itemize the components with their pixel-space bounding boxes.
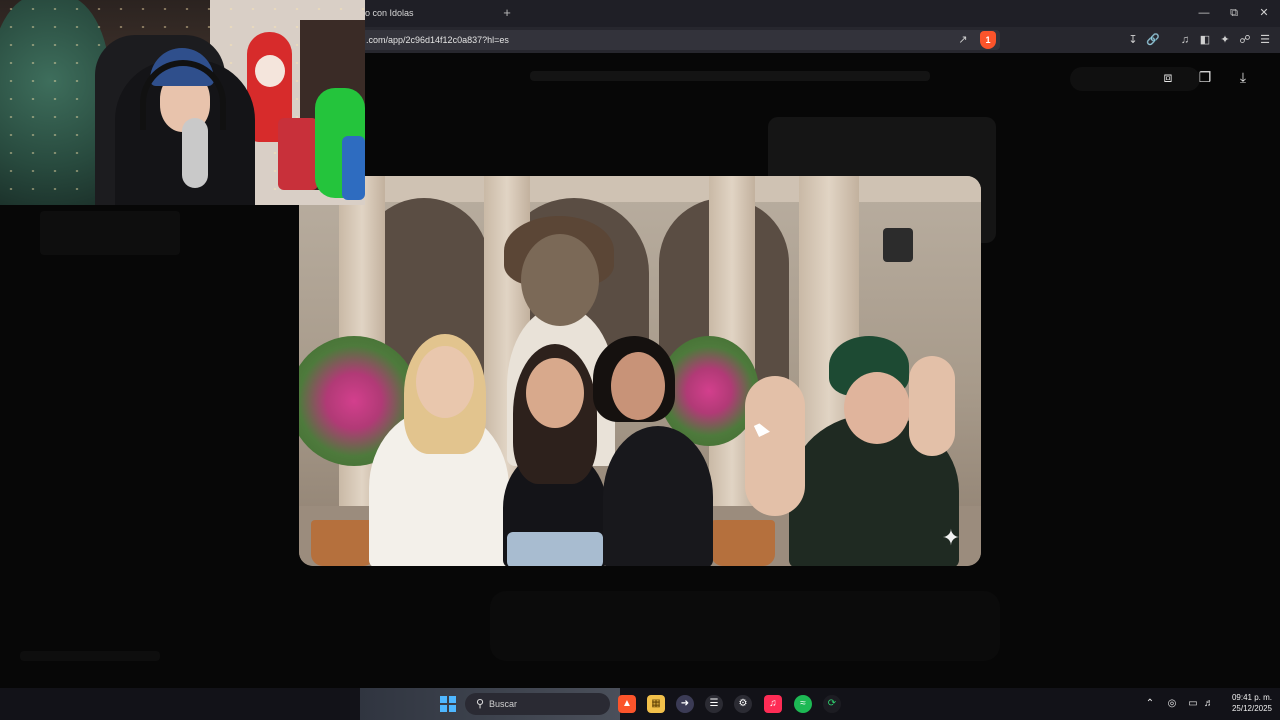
close-window-button[interactable]: ✕ [1254,5,1274,21]
windows-start-icon[interactable] [440,696,456,712]
dimmed-sidebar-footer [20,651,160,661]
windows-taskbar [0,688,1280,720]
image-pot [711,520,775,566]
generated-image[interactable]: ✦ [299,176,981,566]
arrow-app-icon[interactable]: ➜ [676,695,694,713]
image-pot [311,520,375,566]
address-bar[interactable]: .com/app/2c96d14f12c0a837?hl=es ↗ [350,30,1000,50]
image-face [416,346,474,418]
sidebar-icon[interactable]: ◧ [1196,31,1214,49]
file-explorer-icon[interactable]: ▦ [647,695,665,713]
image-face [521,234,599,326]
leo-ai-icon[interactable]: ✦ [1216,31,1234,49]
microphone-icon[interactable]: ◎ [1165,695,1179,713]
menu-icon[interactable]: ☰ [1256,31,1274,49]
clock-date: 25/12/2025 [1231,704,1272,713]
volume-icon[interactable]: ♬ [1202,695,1216,713]
dimmed-sidebar-item [40,211,180,255]
clock-time: 09:41 p. m. [1231,693,1272,702]
search-icon: ⚲ [475,698,485,710]
webcam-blue-object [342,136,365,200]
screen: o con Idolas + — ⧉ ✕ .com/app/2c96d14f12… [0,0,1280,720]
tab-title: o con Idolas [365,8,414,18]
image-arm [745,376,805,516]
spotify-icon[interactable]: ≈ [794,695,812,713]
new-tab-button[interactable]: + [499,5,515,21]
image-face [611,352,665,420]
downloads-icon[interactable]: ↧ [1124,31,1142,49]
image-viewer-toolbar: ⧈ ❐ ⤓ [1150,67,1260,87]
search-placeholder: Buscar [489,699,518,709]
display-icon[interactable]: ▭ [1186,695,1200,713]
steam-icon[interactable]: ⚙ [734,695,752,713]
dimmed-prompt-box [490,591,1000,661]
shield-badge: 1 [985,35,991,45]
media-icon[interactable]: ♫ [1176,31,1194,49]
download-icon[interactable]: ⤓ [1233,67,1253,87]
webcam-santa-face [255,55,285,87]
image-lantern [883,228,913,262]
brave-shield-icon[interactable]: 1 [980,31,996,49]
webcam-overlay [0,0,365,205]
taskbar-clock[interactable]: 09:41 p. m. 25/12/2025 [1222,692,1272,714]
restore-button[interactable]: ⧉ [1224,5,1244,21]
copy-icon[interactable]: ❐ [1195,67,1215,87]
webcam-red-object [278,118,318,190]
sparkle-icon: ✦ [941,525,961,550]
vpn-icon[interactable]: ☍ [1236,31,1254,49]
link-icon[interactable]: 🔗 [1144,31,1162,49]
share-page-icon[interactable]: ↗ [954,31,972,49]
browser-tab[interactable]: o con Idolas [355,4,493,27]
dimmed-header-text [530,71,930,81]
image-arm [909,356,955,456]
brave-browser-icon[interactable]: ▲ [618,695,636,713]
share-icon[interactable]: ⧈ [1158,67,1178,87]
taskbar-search[interactable]: ⚲ Buscar [465,693,610,715]
image-face [844,372,910,444]
image-person-3 [603,426,713,566]
minimize-button[interactable]: — [1194,5,1214,21]
url-text: .com/app/2c96d14f12c0a837?hl=es [366,35,509,45]
image-jeans [507,532,603,566]
image-face [526,358,584,428]
image-roof-beam [299,176,981,202]
webcam-microphone [182,118,208,188]
refresh-app-icon[interactable]: ⟳ [823,695,841,713]
barcode-app-icon[interactable]: ☰ [705,695,723,713]
tiktok-icon[interactable]: ♫ [764,695,782,713]
chevron-up-icon[interactable]: ⌃ [1143,695,1157,713]
